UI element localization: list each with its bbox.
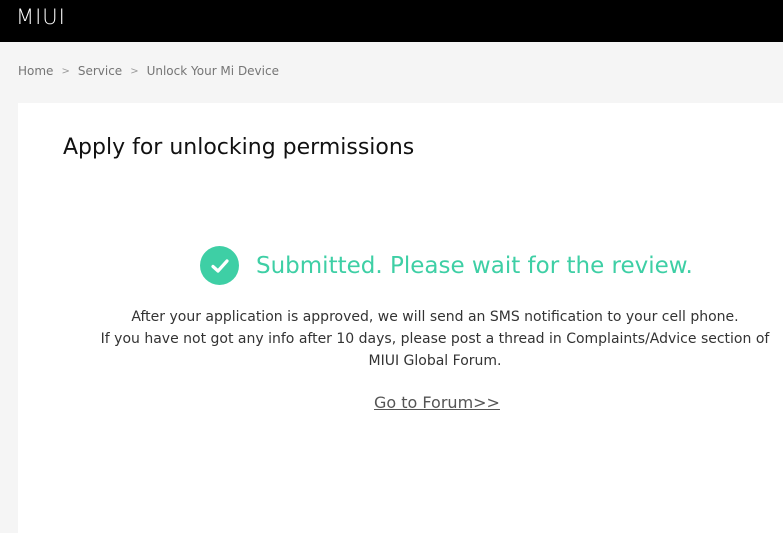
status-text: Submitted. Please wait for the review. — [256, 252, 693, 279]
content-card: Apply for unlocking permissions Submitte… — [18, 103, 783, 533]
info-line-forum: If you have not got any info after 10 da… — [100, 331, 770, 369]
breadcrumb-separator: > — [61, 65, 70, 77]
breadcrumb-home[interactable]: Home — [18, 64, 53, 78]
breadcrumb: Home > Service > Unlock Your Mi Device — [18, 64, 279, 78]
go-to-forum-link[interactable]: Go to Forum>> — [374, 393, 500, 412]
info-line-approval: After your application is approved, we w… — [131, 309, 739, 325]
breadcrumb-separator: > — [130, 65, 139, 77]
check-circle-icon — [200, 246, 239, 285]
breadcrumb-service[interactable]: Service — [78, 64, 122, 78]
submission-status: Submitted. Please wait for the review. — [200, 246, 693, 285]
breadcrumb-current: Unlock Your Mi Device — [146, 64, 279, 78]
miui-logo[interactable]: MIUI — [16, 5, 66, 29]
page-title: Apply for unlocking permissions — [63, 135, 415, 160]
info-text: After your application is approved, we w… — [90, 306, 780, 372]
top-bar: MIUI — [0, 0, 783, 42]
